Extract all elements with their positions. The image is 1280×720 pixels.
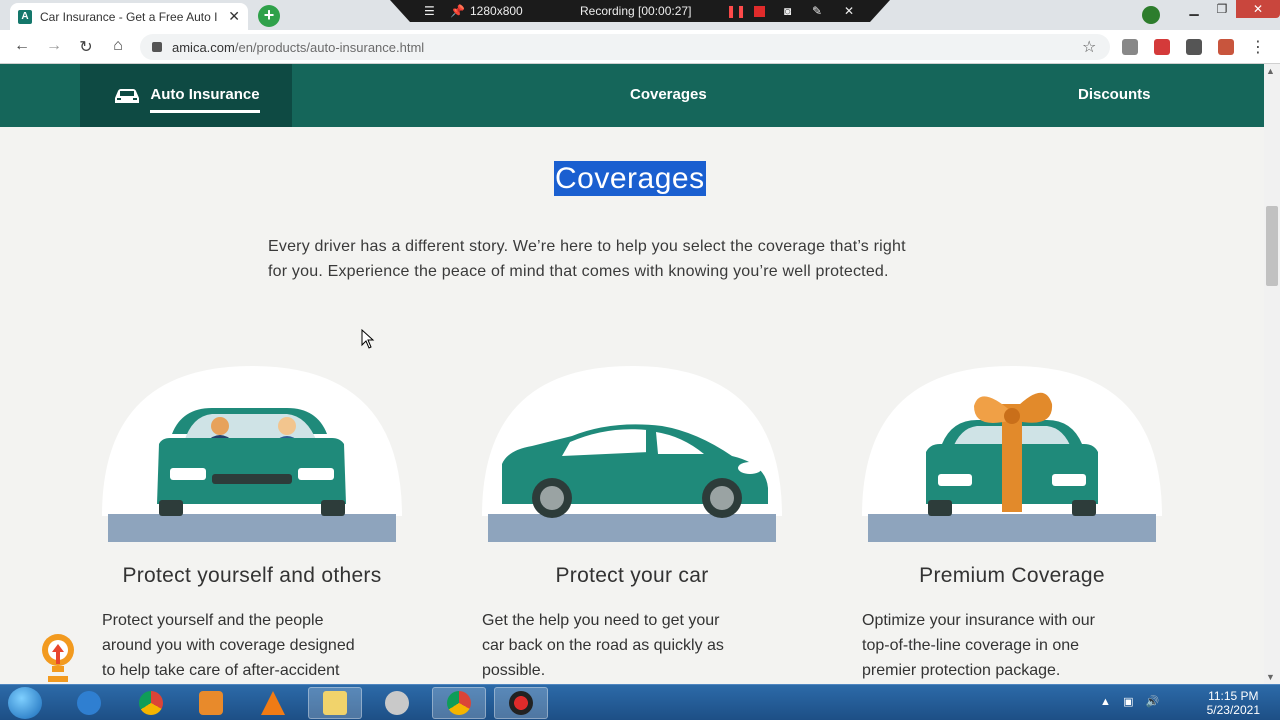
taskbar-paint-icon[interactable] [370,687,424,719]
nav-auto-insurance[interactable]: Auto Insurance [80,64,292,127]
card-text-line: Optimize your insurance with our [862,612,1095,629]
intro-line: for you. Experience the peace of mind th… [268,263,889,280]
taskbar-vlc-icon[interactable] [246,687,300,719]
site-nav: Auto Insurance Coverages Discounts [0,64,1264,127]
protect-others-illustration [102,366,402,542]
profile-extension-icon[interactable] [1142,6,1160,24]
stop-icon[interactable] [754,6,765,17]
pen-icon[interactable]: ✎ [812,4,822,18]
extension-icon[interactable] [1122,39,1138,55]
taskbar-recorder-icon[interactable] [494,687,548,719]
card-text: Optimize your insurance with our top-of-… [862,608,1162,683]
nav-coverages[interactable]: Coverages [630,86,707,103]
card-text-line: car back on the road as quickly as [482,637,724,654]
clock-time: 11:15 PM [1208,689,1259,703]
home-icon[interactable]: ⌂ [108,37,128,55]
reload-icon[interactable]: ↻ [76,37,96,57]
taskbar-ie-icon[interactable] [62,687,116,719]
tab-title: Car Insurance - Get a Free Auto I [40,9,218,24]
clock-date: 5/23/2021 [1206,703,1260,717]
browser-toolbar: ← → ↻ ⌂ amica.com/en/products/auto-insur… [0,30,1280,64]
card-text-line: Get the help you need to get your [482,612,720,629]
intro-line: Every driver has a different story. We’r… [268,238,906,255]
amica-favicon-icon: A [18,9,32,24]
menu-icon[interactable]: ☰ [424,4,435,18]
car-icon [115,88,140,103]
recording-status: Recording [00:00:27] [580,4,692,18]
tab-close-icon[interactable]: ✕ [228,8,240,25]
scroll-up-icon[interactable]: ▲ [1266,66,1275,76]
card-title: Premium Coverage [919,564,1105,587]
taskbar-explorer-icon[interactable] [308,687,362,719]
lock-icon [152,42,162,52]
nav-discounts[interactable]: Discounts [1078,86,1151,103]
lightbulb-gear-logo-icon [42,634,74,682]
menu-dots-icon[interactable]: ⋮ [1248,37,1268,57]
system-tray: ▲ ▣ 🔊 [1100,695,1159,708]
premium-coverage-illustration [862,366,1162,542]
card-text: Protect yourself and the people around y… [102,608,402,683]
mouse-cursor-icon [361,329,375,349]
scroll-down-icon[interactable]: ▼ [1266,672,1275,682]
back-icon[interactable]: ← [12,37,32,55]
card-text-line: to help take care of after-accident [102,662,340,679]
window-controls: ▁ ❐ ✕ [1180,0,1280,20]
forward-icon[interactable]: → [44,37,64,55]
puzzle-icon[interactable] [1186,39,1202,55]
pause-icon[interactable]: ❚❚ [726,4,746,18]
page-scrollbar[interactable] [1264,64,1280,684]
pin-icon[interactable]: 📌 [450,4,465,18]
bookmark-star-icon[interactable]: ☆ [1082,37,1096,57]
volume-icon[interactable]: 🔊 [1146,696,1160,708]
window-close-icon[interactable]: ✕ [1236,0,1280,18]
camera-icon[interactable]: ◙ [784,4,791,18]
card-title: Protect your car [555,564,709,587]
restore-icon[interactable]: ❐ [1208,0,1236,18]
scrollbar-thumb[interactable] [1266,206,1278,286]
card-text-line: Protect yourself and the people [102,612,324,629]
card-text-line: premier protection package. [862,662,1061,679]
minimize-icon[interactable]: ▁ [1180,0,1208,18]
intro-text: Every driver has a different story. We’r… [268,234,1008,284]
page-heading: Coverages [554,161,706,196]
windows-taskbar: ▲ ▣ 🔊 11:15 PM 5/23/2021 [0,684,1280,720]
browser-tab[interactable]: A Car Insurance - Get a Free Auto I ✕ [10,3,248,30]
card-title: Protect yourself and others [122,564,382,587]
protect-car-illustration [482,366,782,542]
taskbar-chrome-icon[interactable] [124,687,178,719]
recording-size: 1280x800 [470,4,523,18]
taskbar-clock[interactable]: 11:15 PM 5/23/2021 [1207,689,1260,717]
extension-icon[interactable] [1218,39,1234,55]
taskbar-chrome-active-icon[interactable] [432,687,486,719]
browser-tabstrip: A Car Insurance - Get a Free Auto I ✕ + … [0,0,1280,30]
extension-icon[interactable] [1154,39,1170,55]
network-icon[interactable]: ▣ [1123,696,1133,708]
card-text-line: top-of-the-line coverage in one [862,637,1080,654]
address-bar[interactable]: amica.com/en/products/auto-insurance.htm… [140,34,1110,60]
recording-toolbar: ☰ 📌 1280x800 Recording [00:00:27] ❚❚ ◙ ✎… [390,0,890,22]
tray-expand-icon[interactable]: ▲ [1100,696,1111,708]
card-text-line: around you with coverage designed [102,637,355,654]
start-button-icon[interactable] [8,687,42,719]
url-path: /en/products/auto-insurance.html [234,39,425,55]
taskbar-media-icon[interactable] [184,687,238,719]
nav-auto-insurance-label: Auto Insurance [150,86,260,113]
card-text: Get the help you need to get your car ba… [482,608,782,683]
url-host: amica.com [172,39,235,55]
new-tab-button[interactable]: + [258,5,280,27]
card-text-line: possible. [482,662,546,679]
close-recorder-icon[interactable]: ✕ [844,4,854,18]
